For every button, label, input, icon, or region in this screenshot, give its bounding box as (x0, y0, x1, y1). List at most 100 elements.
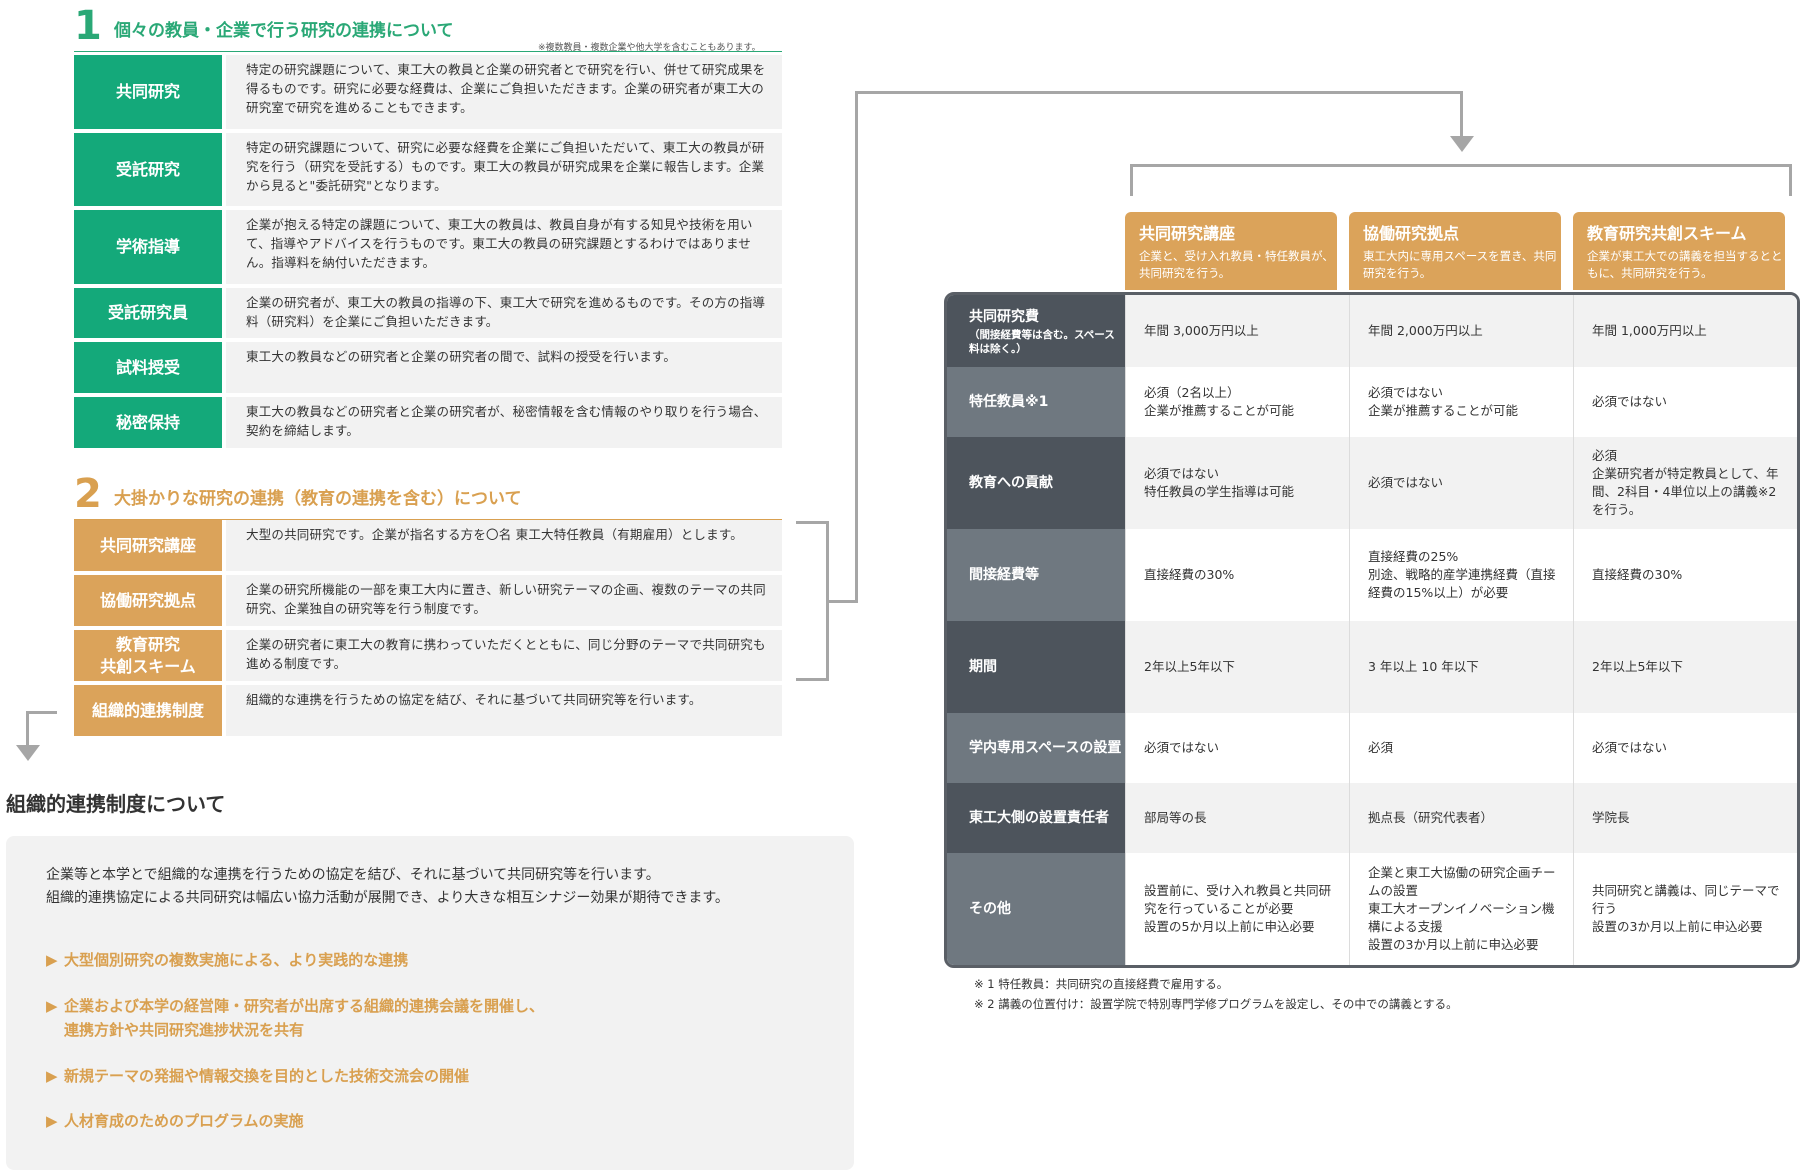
definition-row-academic-guidance: 学術指導 企業が抱える特定の課題について、東工大の教員は、教員自身が有する知見や… (74, 210, 782, 284)
org-title: 組織的連携制度について (6, 792, 226, 816)
chevron-right-icon: ▶ (46, 1067, 58, 1085)
table-cell: 必須ではない (1125, 713, 1349, 783)
row-header-subtext: （間接経費等は含む。スペース料は除く。） (969, 328, 1115, 355)
arrow-down-icon (16, 745, 40, 761)
columns-bracket-top (1130, 164, 1792, 167)
row-text: 企業の研究者が、東工大の教員の指導の下、東工大で研究を進めるものです。その方の指… (226, 288, 782, 338)
chevron-right-icon: ▶ (46, 951, 58, 969)
row-text: 企業の研究者に東工大の教育に携わっていただくとともに、同じ分野のテーマで共同研究… (226, 630, 782, 681)
row-header: 学内専用スペースの設置 (947, 713, 1125, 783)
row-text: 企業の研究所機能の一部を東工大内に置き、新しい研究テーマの企画、複数のテーマの共… (226, 575, 782, 626)
column-title: 教育研究共創スキーム (1587, 224, 1747, 243)
column-header-collaborative-base: 協働研究拠点 東工大内に専用スペースを置き、共同研究を行う。 (1349, 212, 1561, 290)
column-subtitle: 企業が東工大での講義を担当するとともに、共同研究を行う。 (1587, 249, 1783, 280)
org-bullet: ▶ 大型個別研究の複数実施による、より実践的な連携 (46, 948, 408, 972)
bullet-text: 人材育成のためのプログラムの実施 (64, 1112, 304, 1130)
table-cell: 必須ではない 企業が推薦することが可能 (1349, 367, 1573, 437)
section2-number: 2 (74, 471, 102, 517)
org-desc-line2: 組織的連携協定による共同研究は幅広い協力活動が展開でき、より大きな相互シナジー効… (46, 890, 729, 906)
definition-row-contract-researcher: 受託研究員 企業の研究者が、東工大の教員の指導の下、東工大で研究を進めるものです… (74, 288, 782, 338)
row-label-line2: 共創スキーム (100, 656, 196, 676)
connector-vertical (855, 91, 858, 603)
table-cell: 直接経費の30% (1125, 529, 1349, 621)
section1-note: ※複数教員・複数企業や他大学を含むこともあります。 (538, 43, 761, 53)
table-cell: 必須（2名以上） 企業が推薦することが可能 (1125, 367, 1349, 437)
definition-row-collaborative-base: 協働研究拠点 企業の研究所機能の一部を東工大内に置き、新しい研究テーマの企画、複… (74, 575, 782, 626)
row-label: 試料授受 (74, 342, 222, 393)
row-label: 協働研究拠点 (74, 575, 222, 626)
table-cell: 部局等の長 (1125, 783, 1349, 853)
column-header-joint-research-chair: 共同研究講座 企業と、受け入れ教員・特任教員が、共同研究を行う。 (1125, 212, 1337, 290)
table-cell: 共同研究と講義は、同じテーマで行う 設置の3か月以上前に申込必要 (1573, 853, 1797, 965)
columns-bracket-right (1789, 164, 1792, 196)
column-subtitle: 東工大内に専用スペースを置き、共同研究を行う。 (1363, 249, 1557, 280)
column-title: 共同研究講座 (1139, 224, 1236, 243)
table-cell: 企業と東工大協働の研究企画チームの設置 東工大オープンイノベーション機構による支… (1349, 853, 1573, 965)
row-label: 学術指導 (74, 210, 222, 284)
bullet-text: 企業および本学の経営陣・研究者が出席する組織的連携会議を開催し、 (64, 997, 545, 1015)
table-row: 学内専用スペースの設置 必須ではない 必須 必須ではない (947, 713, 1797, 783)
row-label: 共同研究 (74, 55, 222, 129)
row-text: 特定の研究課題について、東工大の教員と企業の研究者とで研究を行い、併せて研究成果… (226, 55, 782, 129)
row-label-line1: 教育研究 (115, 634, 180, 654)
row-header: その他 (947, 853, 1125, 965)
row-text: 特定の研究課題について、研究に必要な経費を企業にご負担いただいて、東工大の教員が… (226, 133, 782, 206)
row-header: 間接経費等 (947, 529, 1125, 621)
table-cell: 直接経費の25% 別途、戦略的産学連携経費（直接経費の15%以上）が必要 (1349, 529, 1573, 621)
section2-title: 大掛かりな研究の連携（教育の連携を含む）について (114, 489, 522, 509)
table-row: 共同研究費 （間接経費等は含む。スペース料は除く。） 年間 3,000万円以上 … (947, 295, 1797, 367)
chevron-right-icon: ▶ (46, 1112, 58, 1130)
org-bullet: ▶ 企業および本学の経営陣・研究者が出席する組織的連携会議を開催し、 連携方針や共… (46, 994, 544, 1042)
row-label: 共同研究講座 (74, 520, 222, 571)
table-row: その他 設置前に、受け入れ教員と共同研究を行っていることが必要 設置の5か月以上… (947, 853, 1797, 965)
row-label: 受託研究 (74, 133, 222, 206)
table-cell: 3 年以上 10 年以下 (1349, 621, 1573, 713)
table-cell: 2年以上5年以下 (1573, 621, 1797, 713)
connector-down (1460, 91, 1463, 139)
org-connector-horizontal (26, 711, 57, 714)
column-subtitle: 企業と、受け入れ教員・特任教員が、共同研究を行う。 (1139, 249, 1334, 280)
column-title: 協働研究拠点 (1363, 224, 1460, 243)
definition-row-joint-research-chair: 共同研究講座 大型の共同研究です。企業が指名する方を〇名 東工大特任教員（有期雇… (74, 520, 782, 571)
bullet-text: 大型個別研究の複数実施による、より実践的な連携 (64, 951, 409, 969)
connector-stub (829, 600, 857, 603)
table-row: 教育への貢献 必須ではない 特任教員の学生指導は可能 必須ではない 必須 企業研… (947, 437, 1797, 529)
row-label: 教育研究 共創スキーム (74, 630, 222, 681)
column-header-education-scheme: 教育研究共創スキーム 企業が東工大での講義を担当するとともに、共同研究を行う。 (1573, 212, 1785, 290)
table-row: 特任教員※1 必須（2名以上） 企業が推薦することが可能 必須ではない 企業が推… (947, 367, 1797, 437)
table-cell: 年間 1,000万円以上 (1573, 295, 1797, 367)
section1-number: 1 (74, 3, 102, 49)
row-header: 共同研究費 （間接経費等は含む。スペース料は除く。） (947, 295, 1125, 367)
row-header: 教育への貢献 (947, 437, 1125, 529)
section1-title: 個々の教員・企業で行う研究の連携について (114, 21, 454, 41)
org-description: 企業等と本学とで組織的な連携を行うための協定を結び、それに基づいて共同研究等を行… (46, 864, 729, 910)
row-header: 期間 (947, 621, 1125, 713)
row-text: 組織的な連携を行うための協定を結び、それに基づいて共同研究等を行います。 (226, 685, 782, 736)
table-cell: 年間 2,000万円以上 (1349, 295, 1573, 367)
bracket-top (796, 521, 829, 524)
org-bullet: ▶ 人材育成のためのプログラムの実施 (46, 1109, 304, 1133)
table-cell: 必須 (1349, 713, 1573, 783)
definition-row-confidentiality: 秘密保持 東工大の教員などの研究者と企業の研究者が、秘密情報を含む情報のやり取り… (74, 397, 782, 448)
row-text: 大型の共同研究です。企業が指名する方を〇名 東工大特任教員（有期雇用）とします。 (226, 520, 782, 571)
definition-row-organizational-partnership: 組織的連携制度 組織的な連携を行うための協定を結び、それに基づいて共同研究等を行… (74, 685, 782, 736)
row-text: 東工大の教員などの研究者と企業の研究者の間で、試料の授受を行います。 (226, 342, 782, 393)
columns-bracket-left (1130, 164, 1133, 196)
row-text: 東工大の教員などの研究者と企業の研究者が、秘密情報を含む情報のやり取りを行う場合… (226, 397, 782, 448)
connector-horizontal (855, 91, 1463, 94)
footnote-2: ※ 2 講義の位置付け：設置学院で特別専門学修プログラムを設定し、その中での講義… (974, 997, 1458, 1011)
definition-row-education-scheme: 教育研究 共創スキーム 企業の研究者に東工大の教育に携わっていただくとともに、同… (74, 630, 782, 681)
org-box: 企業等と本学とで組織的な連携を行うための協定を結び、それに基づいて共同研究等を行… (6, 836, 854, 1170)
table-cell: 必須 企業研究者が特定教員として、年間、2科目・4単位以上の講義※2を行う。 (1573, 437, 1797, 529)
table-row: 期間 2年以上5年以下 3 年以上 10 年以下 2年以上5年以下 (947, 621, 1797, 713)
table-cell: 必須ではない (1573, 713, 1797, 783)
table-cell: 直接経費の30% (1573, 529, 1797, 621)
bracket-bottom (796, 678, 829, 681)
table-cell: 必須ではない 特任教員の学生指導は可能 (1125, 437, 1349, 529)
definition-row-contract-research: 受託研究 特定の研究課題について、研究に必要な経費を企業にご負担いただいて、東工… (74, 133, 782, 206)
table-cell: 2年以上5年以下 (1125, 621, 1349, 713)
bullet-text-continued: 連携方針や共同研究進捗状況を共有 (64, 1021, 305, 1039)
bullet-text: 新規テーマの発掘や情報交換を目的とした技術交流会の開催 (64, 1067, 470, 1085)
org-desc-line1: 企業等と本学とで組織的な連携を行うための協定を結び、それに基づいて共同研究等を行… (46, 867, 660, 883)
definition-row-sample-exchange: 試料授受 東工大の教員などの研究者と企業の研究者の間で、試料の授受を行います。 (74, 342, 782, 393)
